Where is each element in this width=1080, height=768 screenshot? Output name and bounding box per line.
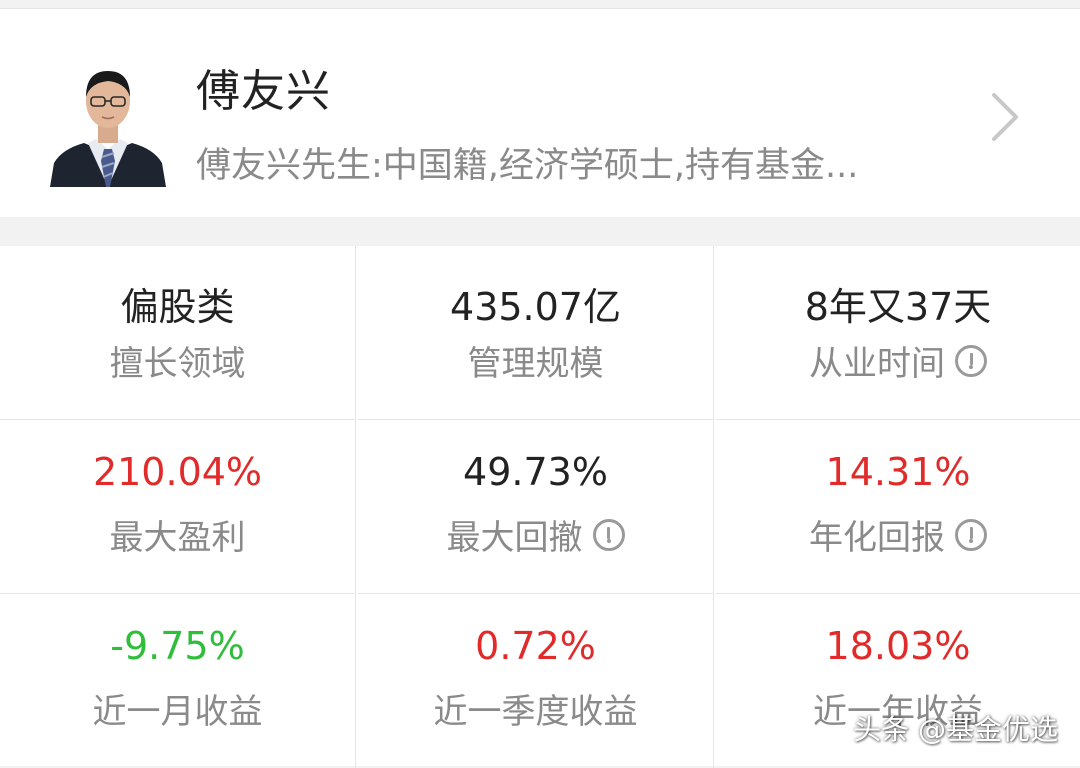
stats-grid: 偏股类 擅长领域 435.07亿 管理规模 8年又37天 从业时间 210.04… [0,246,1080,768]
stat-3m-return: 0.72% 近一季度收益 [358,594,714,768]
stat-value: 0.72% [475,624,596,668]
stat-label: 擅长领域 [109,344,246,384]
stat-value: 偏股类 [120,285,235,329]
stat-label: 最大回撤 [446,518,583,558]
info-icon[interactable] [955,344,987,377]
stat-label-wrap: 最大回撤 [358,510,713,559]
top-strip [0,0,1080,8]
manager-name: 傅友兴 [196,66,331,117]
stat-label-wrap: 擅长领域 [0,336,355,385]
stat-tenure: 8年又37天 从业时间 [716,246,1080,420]
stat-label: 近一月收益 [92,692,263,732]
stat-max-profit: 210.04% 最大盈利 [0,420,356,594]
stat-value: 210.04% [92,450,263,494]
info-icon[interactable] [592,518,625,551]
stat-value: -9.75% [110,624,245,668]
stat-aum: 435.07亿 管理规模 [358,246,714,420]
chevron-right-icon[interactable] [988,87,1024,147]
stat-expertise: 偏股类 擅长领域 [0,246,356,420]
stat-label-wrap: 近一季度收益 [358,684,713,733]
stat-label: 管理规模 [467,344,604,384]
manager-photo-icon [44,53,172,187]
stat-label-wrap: 最大盈利 [0,510,355,559]
stat-label: 年化回报 [809,518,945,558]
stat-label-wrap: 从业时间 [716,336,1080,385]
stat-value: 8年又37天 [804,285,992,329]
manager-description: 傅友兴先生:中国籍,经济学硕士,持有基金... [196,146,859,186]
manager-profile-card[interactable]: 傅友兴 傅友兴先生:中国籍,经济学硕士,持有基金... [0,8,1080,217]
watermark: 头条 @基金优选 [853,713,1058,746]
stat-1m-return: -9.75% 近一月收益 [0,594,356,768]
stat-label: 最大盈利 [109,518,246,558]
info-icon[interactable] [955,518,987,551]
stat-annualized-return: 14.31% 年化回报 [716,420,1080,594]
stat-label-wrap: 近一月收益 [0,684,355,733]
stat-label-wrap: 管理规模 [358,336,713,385]
stat-max-drawdown: 49.73% 最大回撤 [358,420,714,594]
stat-label: 近一季度收益 [433,692,638,732]
stat-value: 14.31% [825,450,971,494]
stat-value: 18.03% [825,624,971,668]
stat-value: 435.07亿 [450,285,621,329]
manager-avatar [44,53,172,187]
stat-label-wrap: 年化回报 [716,510,1080,559]
stat-label: 从业时间 [809,344,945,384]
stat-value: 49.73% [463,450,608,494]
